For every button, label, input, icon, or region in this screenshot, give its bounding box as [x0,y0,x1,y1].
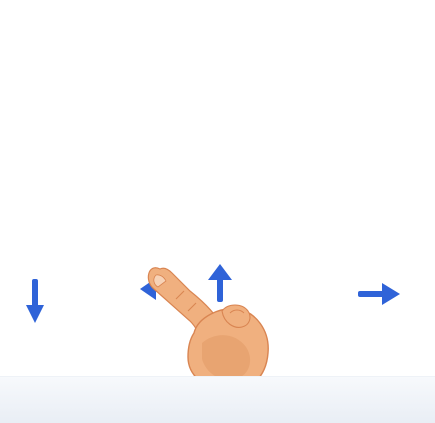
arrow-right-icon [358,283,400,305]
arrow-down-icon [26,279,44,323]
gesture-demo-screen [0,0,435,423]
footer-band [0,377,435,423]
